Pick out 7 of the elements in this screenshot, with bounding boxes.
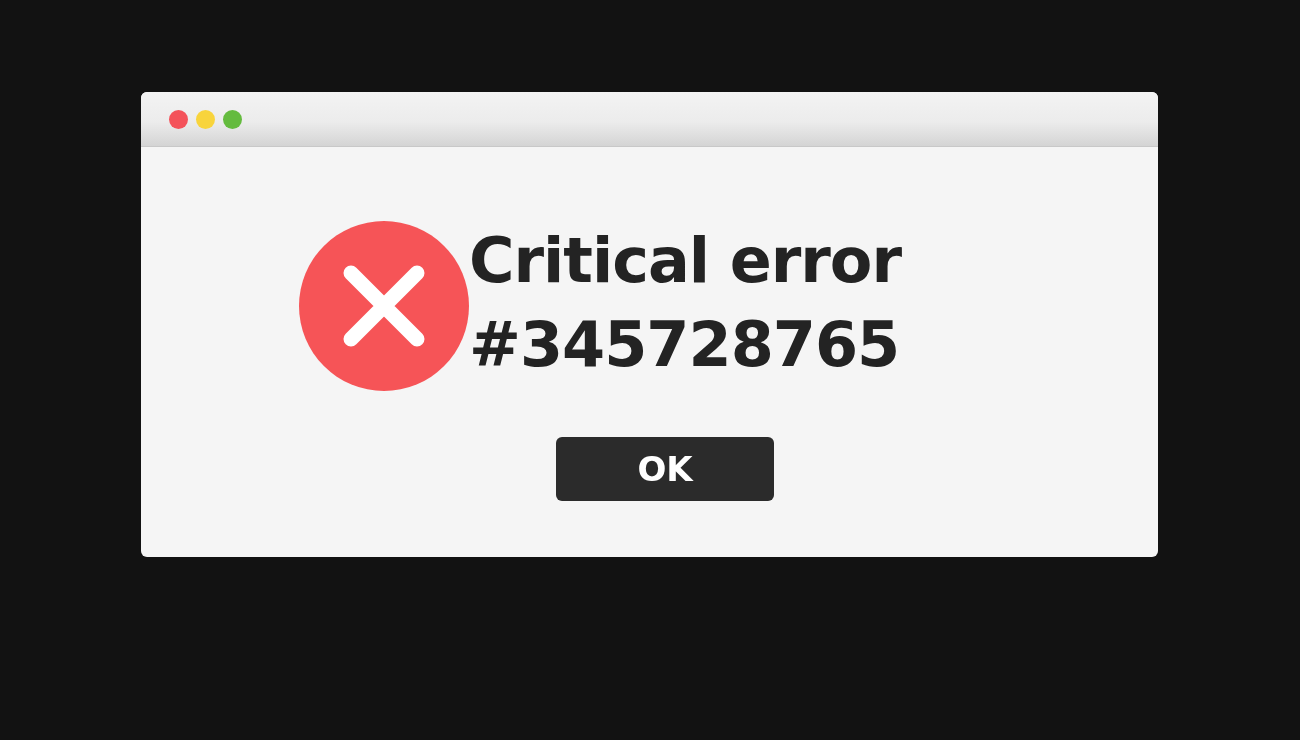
error-icon	[299, 221, 469, 391]
window-control[interactable]	[196, 109, 215, 129]
error-message: #345728765	[469, 307, 901, 383]
window-control[interactable]	[169, 109, 188, 129]
ok-button[interactable]: OK	[556, 437, 774, 501]
error-message: Critical error	[469, 223, 902, 299]
window-control[interactable]	[223, 109, 242, 129]
